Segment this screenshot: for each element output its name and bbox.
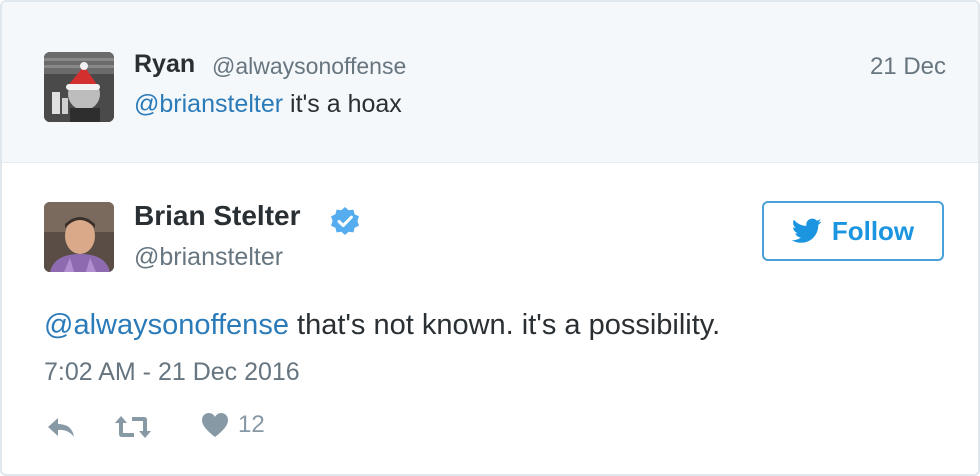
parent-text-body: it's a hoax	[283, 90, 402, 118]
tweet-text-body: that's not known. it's a possibility.	[288, 309, 721, 341]
embedded-tweet-card: Ryan @alwaysonoffense 21 Dec @brianstelt…	[0, 0, 980, 476]
display-name[interactable]: Brian Stelter	[134, 200, 301, 232]
parent-mention-link[interactable]: @brianstelter	[134, 90, 283, 118]
parent-tweet[interactable]: Ryan @alwaysonoffense 21 Dec @brianstelt…	[2, 2, 978, 163]
tweet-timestamp[interactable]: 7:02 AM - 21 Dec 2016	[44, 358, 300, 387]
follow-label: Follow	[831, 215, 915, 246]
tweet-text: @alwaysonoffense that's not known. it's …	[44, 309, 720, 342]
reply-icon	[48, 418, 74, 437]
bird-icon	[791, 218, 822, 243]
parent-date[interactable]: 21 Dec	[870, 53, 946, 81]
like-count: 12	[238, 411, 265, 438]
retweet-button[interactable]	[112, 410, 154, 444]
reply-button[interactable]	[44, 410, 78, 444]
avatar-photo-icon[interactable]	[44, 202, 114, 272]
mention-link[interactable]: @alwaysonoffense	[44, 309, 289, 341]
user-handle[interactable]: @brianstelter	[134, 243, 283, 272]
verified-badge-icon	[331, 207, 359, 235]
parent-handle[interactable]: @alwaysonoffense	[212, 53, 406, 80]
like-button[interactable]: 12	[200, 410, 265, 440]
avatar-santa-hat-icon[interactable]	[44, 52, 114, 122]
parent-display-name[interactable]: Ryan	[134, 50, 195, 79]
retweet-icon	[115, 416, 151, 438]
heart-icon	[202, 413, 228, 437]
follow-button[interactable]: Follow	[762, 201, 944, 261]
parent-tweet-text: @brianstelter it's a hoax	[134, 90, 402, 119]
